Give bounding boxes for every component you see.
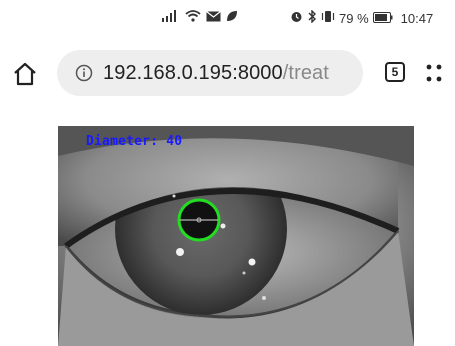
home-icon <box>14 62 36 86</box>
url-path: /treat <box>282 61 329 84</box>
alarm-icon <box>290 10 303 26</box>
browser-toolbar: 192.168.0.195:8000/treat 5 <box>0 44 455 102</box>
url-text[interactable]: 192.168.0.195:8000/treat <box>103 62 329 85</box>
status-time: 10:47 <box>400 10 434 26</box>
status-icons-left <box>162 10 238 25</box>
url-host: 192.168.0.195:8000 <box>103 61 283 84</box>
status-icons-right: 79 % 10:47 <box>290 9 434 26</box>
address-bar[interactable]: 192.168.0.195:8000/treat <box>57 50 363 96</box>
mail-icon <box>206 10 221 25</box>
wifi-icon <box>185 10 201 25</box>
bluetooth-icon <box>307 9 317 26</box>
battery-percent: 79 % <box>339 10 369 26</box>
tab-switcher-button[interactable]: 5 <box>385 62 405 82</box>
eye-camera-image: Diameter: 40 <box>58 126 414 346</box>
status-bar: 79 % 10:47 <box>0 0 455 36</box>
info-icon[interactable] <box>75 64 93 82</box>
battery-icon <box>372 11 393 26</box>
diameter-overlay-label: Diameter: 40 <box>86 134 183 149</box>
signal-icon <box>162 10 180 25</box>
leaf-icon <box>226 10 238 25</box>
eye-illustration <box>58 126 414 346</box>
more-icon <box>426 64 442 82</box>
menu-button[interactable] <box>426 63 442 83</box>
vibrate-icon <box>321 10 335 26</box>
home-button[interactable] <box>12 62 38 86</box>
